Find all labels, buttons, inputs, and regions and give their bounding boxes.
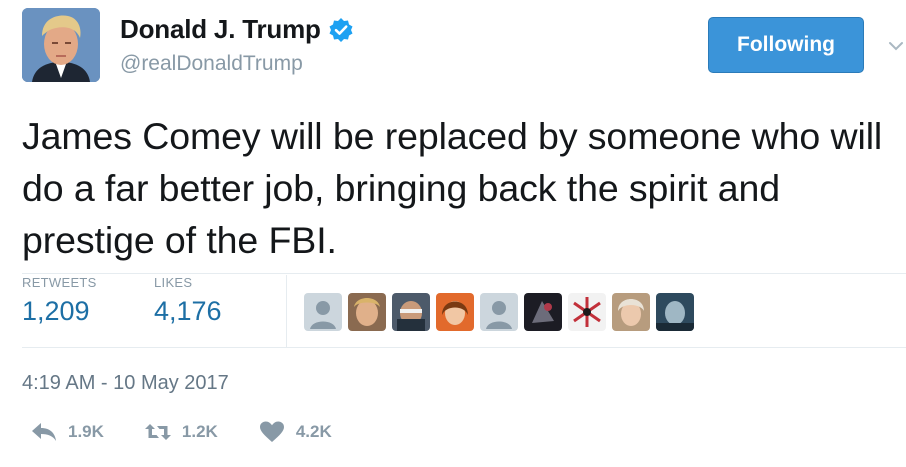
- name-row: Donald J. Trump: [120, 14, 354, 45]
- liker-avatar[interactable]: [392, 293, 430, 331]
- liker-avatars: [304, 293, 694, 331]
- liker-avatar[interactable]: [656, 293, 694, 331]
- retweet-icon: [144, 424, 171, 440]
- tweet-text: James Comey will be replaced by someone …: [22, 115, 883, 261]
- reply-button[interactable]: 1.9K: [30, 420, 104, 444]
- liker-avatar[interactable]: [568, 293, 606, 331]
- heart-icon: [259, 421, 284, 442]
- liker-avatar[interactable]: [436, 293, 474, 331]
- divider-bottom: [22, 347, 906, 348]
- like-count: 4.2K: [295, 422, 332, 441]
- reply-count: 1.9K: [68, 422, 104, 441]
- verified-badge-icon: [328, 17, 354, 43]
- divider-top: [22, 273, 906, 274]
- liker-avatar[interactable]: [348, 293, 386, 331]
- like-button[interactable]: 4.2K: [258, 420, 332, 444]
- tweet-header: Donald J. Trump @realDonaldTrump Followi…: [22, 8, 903, 88]
- following-button[interactable]: Following: [708, 17, 864, 73]
- likes-value: 4,176: [154, 296, 222, 326]
- avatar-image: [22, 8, 100, 82]
- retweets-label: RETWEETS: [22, 275, 97, 290]
- tweet-timestamp[interactable]: 4:19 AM - 10 May 2017: [22, 372, 229, 395]
- profile-avatar[interactable]: [22, 8, 100, 82]
- display-name[interactable]: Donald J. Trump: [120, 14, 321, 45]
- retweet-count: 1.2K: [181, 422, 218, 441]
- liker-avatar[interactable]: [304, 293, 342, 331]
- reply-icon: [32, 423, 56, 441]
- stats-separator: [286, 275, 287, 347]
- chevron-down-icon[interactable]: [888, 38, 904, 54]
- likes-label: LIKES: [154, 275, 193, 290]
- retweets-stat[interactable]: RETWEETS 1,209: [22, 275, 97, 327]
- user-handle[interactable]: @realDonaldTrump: [120, 52, 303, 76]
- liker-avatar[interactable]: [480, 293, 518, 331]
- tweet-stats: RETWEETS 1,209 LIKES 4,176: [22, 275, 906, 347]
- retweets-value: 1,209: [22, 296, 90, 326]
- liker-avatar[interactable]: [524, 293, 562, 331]
- likes-stat[interactable]: LIKES 4,176: [154, 275, 222, 327]
- retweet-button[interactable]: 1.2K: [144, 420, 218, 444]
- liker-avatar[interactable]: [612, 293, 650, 331]
- tweet-actions: 1.9K 1.2K 4.2K: [30, 420, 372, 444]
